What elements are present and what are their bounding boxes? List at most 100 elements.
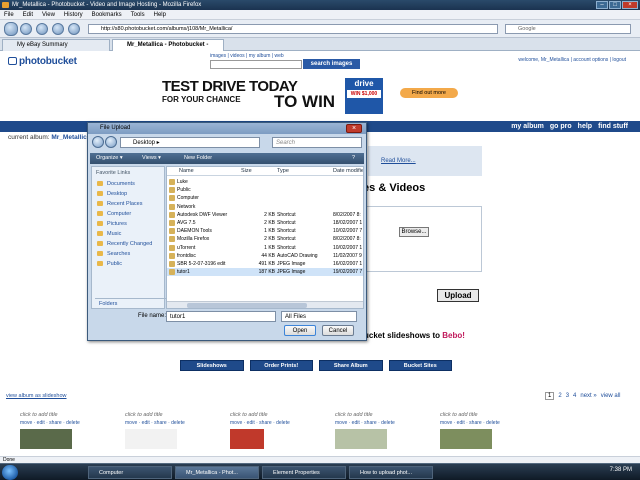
thumb-image[interactable] — [440, 429, 492, 449]
taskbar-how-to-upload[interactable]: How to upload phot... — [349, 466, 433, 479]
thumb-image[interactable] — [230, 429, 264, 449]
cancel-button[interactable]: Cancel — [322, 325, 354, 336]
file-row[interactable]: uTorrent 1 KB Shortcut 10/02/2007 1 — [167, 244, 363, 252]
views-menu[interactable]: Views ▾ — [142, 153, 161, 164]
fav-music[interactable]: Music — [92, 229, 164, 239]
site-search-input[interactable] — [210, 60, 302, 69]
fav-public[interactable]: Public — [92, 259, 164, 269]
dialog-forward-icon[interactable] — [105, 136, 117, 148]
dialog-title-bar[interactable]: File Upload × — [88, 123, 366, 134]
taskbar-computer[interactable]: Computer — [88, 466, 172, 479]
organize-menu[interactable]: Organize ▾ — [96, 153, 123, 164]
file-row[interactable]: AVG 7.5 2 KB Shortcut 18/02/2007 1 — [167, 219, 363, 227]
fav-desktop[interactable]: Desktop — [92, 189, 164, 199]
dialog-back-icon[interactable] — [92, 136, 104, 148]
photobucket-logo[interactable]: photobucket — [8, 56, 77, 67]
col-name[interactable]: Name — [179, 167, 194, 176]
filetype-select[interactable]: All Files — [281, 311, 357, 322]
thumb-title[interactable]: click to add title — [335, 412, 405, 418]
thumb-ops[interactable]: move · edit · share · delete — [125, 420, 195, 426]
thumb-title[interactable]: click to add title — [440, 412, 510, 418]
taskbar-element-properties[interactable]: Element Properties — [262, 466, 346, 479]
fav-computer[interactable]: Computer — [92, 209, 164, 219]
file-row[interactable]: Network — [167, 203, 363, 211]
file-row[interactable]: tutor1 187 KB JPEG Image 19/02/2007 7 — [167, 268, 363, 277]
nav-my-album[interactable]: my album — [511, 121, 544, 132]
back-icon[interactable] — [4, 22, 18, 36]
nav-find-stuff[interactable]: find stuff — [598, 121, 628, 132]
page-2[interactable]: 2 — [558, 393, 561, 399]
file-row[interactable]: DAEMON Tools 1 KB Shortcut 10/02/2007 7 — [167, 227, 363, 235]
current-album-name[interactable]: Mr_Metallica — [51, 134, 90, 141]
page-1[interactable]: 1 — [545, 392, 555, 400]
fav-recent-places[interactable]: Recent Places — [92, 199, 164, 209]
tab-ebay[interactable]: My eBay Summary — [2, 39, 110, 51]
file-row[interactable]: Computer — [167, 194, 363, 202]
reload-icon[interactable] — [36, 23, 48, 35]
thumb-title[interactable]: click to add title — [20, 412, 90, 418]
col-type[interactable]: Type — [277, 167, 289, 176]
bucket-sites-button[interactable]: Bucket Sites — [388, 360, 452, 371]
view-all-link[interactable]: view all — [601, 393, 621, 399]
thumb-ops[interactable]: move · edit · share · delete — [440, 420, 510, 426]
file-row[interactable]: Luke — [167, 178, 363, 186]
find-out-more-button[interactable]: Find out more — [400, 88, 458, 98]
tab-photobucket[interactable]: Mr_Metallica - Photobucket - Vid... — [112, 39, 224, 59]
file-row[interactable]: Autodesk DWF Viewer 2 KB Shortcut 8/02/2007… — [167, 211, 363, 219]
next-page-link[interactable]: next » — [580, 393, 596, 399]
thumb-title[interactable]: click to add title — [230, 412, 300, 418]
menu-bookmarks[interactable]: Bookmarks — [92, 10, 122, 19]
menu-tools[interactable]: Tools — [131, 10, 145, 19]
start-button[interactable] — [2, 465, 18, 480]
thumbnail[interactable]: click to add title move · edit · share · … — [440, 412, 510, 449]
url-bar[interactable]: http://s80.photobucket.com/albums/j108/M… — [88, 24, 498, 34]
menu-history[interactable]: History — [64, 10, 83, 19]
bebo-promo[interactable]: ucket slideshows to Bebo! — [364, 331, 465, 340]
search-category-links[interactable]: images | videos | my album | web — [210, 53, 284, 59]
thumb-ops[interactable]: move · edit · share · delete — [20, 420, 90, 426]
share-album-button[interactable]: Share Album — [319, 360, 383, 371]
stop-icon[interactable] — [52, 23, 64, 35]
horizontal-scrollbar[interactable] — [167, 301, 363, 308]
filename-input[interactable]: tutor1 — [166, 311, 276, 322]
menu-help[interactable]: Help — [154, 10, 166, 19]
thumbnail[interactable]: click to add title move · edit · share · … — [335, 412, 405, 449]
home-icon[interactable] — [68, 23, 80, 35]
thumb-image[interactable] — [335, 429, 387, 449]
thumbnail[interactable]: click to add title move · edit · share · … — [230, 412, 300, 449]
file-row[interactable]: Public — [167, 186, 363, 194]
browse-button[interactable]: Browse... — [399, 227, 429, 237]
file-row[interactable]: SBR 5-2-07-3196 edit 491 KB JPEG Image 16/0… — [167, 260, 363, 268]
file-row[interactable]: frontdisc 44 KB AutoCAD Drawing 11/02/2007 … — [167, 252, 363, 260]
folders-toggle[interactable]: Folders — [95, 298, 167, 308]
col-date[interactable]: Date modifie — [333, 167, 363, 176]
slideshows-button[interactable]: Slideshows — [180, 360, 244, 371]
fav-documents[interactable]: Documents — [92, 179, 164, 189]
thumbnail[interactable]: click to add title move · edit · share · … — [20, 412, 90, 449]
scrollbar-thumb[interactable] — [187, 303, 307, 308]
menu-file[interactable]: File — [4, 10, 14, 19]
browser-search-input[interactable]: Google — [505, 24, 631, 34]
welcome-links[interactable]: welcome, Mr_Metallica | account options … — [518, 57, 626, 63]
dialog-close-button[interactable]: × — [346, 124, 362, 133]
fav-recently-changed[interactable]: Recently Changed — [92, 239, 164, 249]
minimize-button[interactable]: – — [596, 1, 608, 9]
dialog-address-bar[interactable]: Desktop ▸ — [120, 137, 260, 148]
search-images-button[interactable]: search images — [303, 59, 360, 69]
dialog-search-input[interactable]: Search — [272, 137, 362, 148]
file-row[interactable]: Mozilla Firefox 2 KB Shortcut 8/02/2007 8: — [167, 235, 363, 243]
nav-go-pro[interactable]: go pro — [550, 121, 572, 132]
open-button[interactable]: Open — [284, 325, 316, 336]
close-button[interactable]: × — [622, 1, 638, 9]
thumb-image[interactable] — [125, 429, 177, 449]
help-icon[interactable]: ? — [352, 153, 355, 164]
page-4[interactable]: 4 — [573, 393, 576, 399]
ad-banner[interactable]: TEST DRIVE TODAY FOR YOUR CHANCE TO WIN … — [150, 75, 482, 119]
col-size[interactable]: Size — [241, 167, 252, 176]
thumb-ops[interactable]: move · edit · share · delete — [335, 420, 405, 426]
thumb-ops[interactable]: move · edit · share · delete — [230, 420, 300, 426]
nav-help[interactable]: help — [578, 121, 592, 132]
fav-pictures[interactable]: Pictures — [92, 219, 164, 229]
taskbar-firefox[interactable]: Mr_Metallica - Phot... — [175, 466, 259, 479]
thumbnail[interactable]: click to add title move · edit · share · … — [125, 412, 195, 449]
